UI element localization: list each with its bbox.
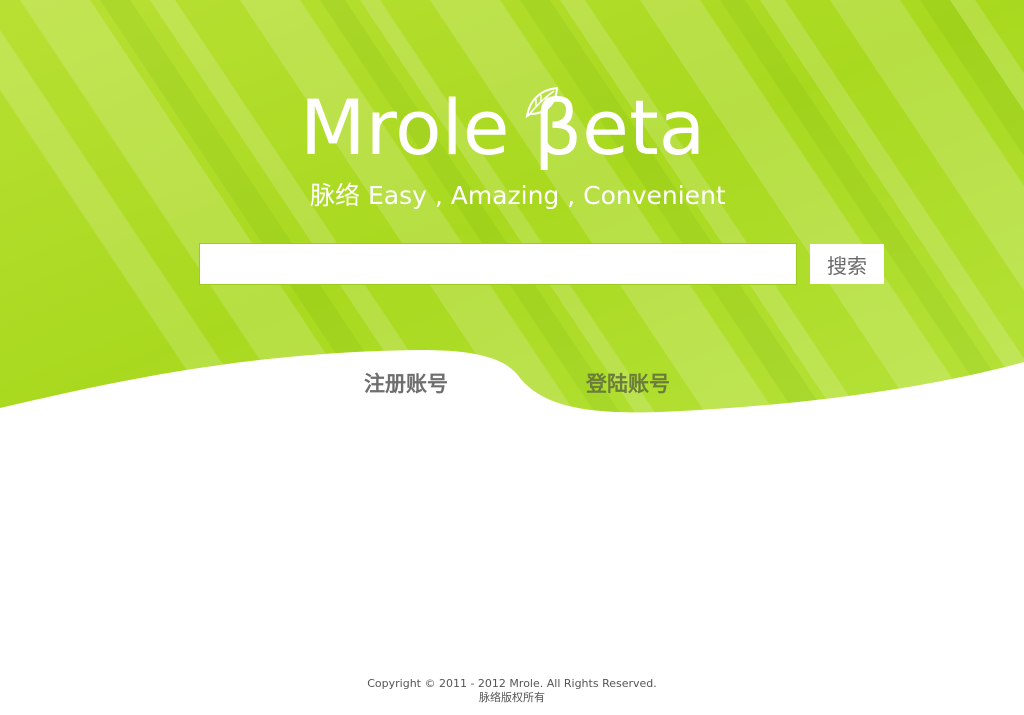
- search-button[interactable]: 搜索: [810, 244, 884, 284]
- login-account-link[interactable]: 登陆账号: [586, 368, 670, 398]
- register-account-link[interactable]: 注册账号: [364, 368, 448, 398]
- logo: Mrole βeta: [300, 80, 740, 180]
- search-input[interactable]: [199, 243, 797, 285]
- footer-rights: 脉络版权所有: [479, 691, 545, 704]
- leaf-icon: [525, 86, 559, 118]
- tagline: 脉络 Easy , Amazing , Convenient: [310, 181, 726, 210]
- footer-copyright: Copyright © 2011 - 2012 Mrole. All Right…: [367, 677, 657, 690]
- page: Mrole βeta 脉络 Easy , Amazing , Convenien…: [0, 0, 1024, 715]
- logo-text: Mrole βeta: [300, 83, 706, 172]
- footer: Copyright © 2011 - 2012 Mrole. All Right…: [0, 677, 1024, 705]
